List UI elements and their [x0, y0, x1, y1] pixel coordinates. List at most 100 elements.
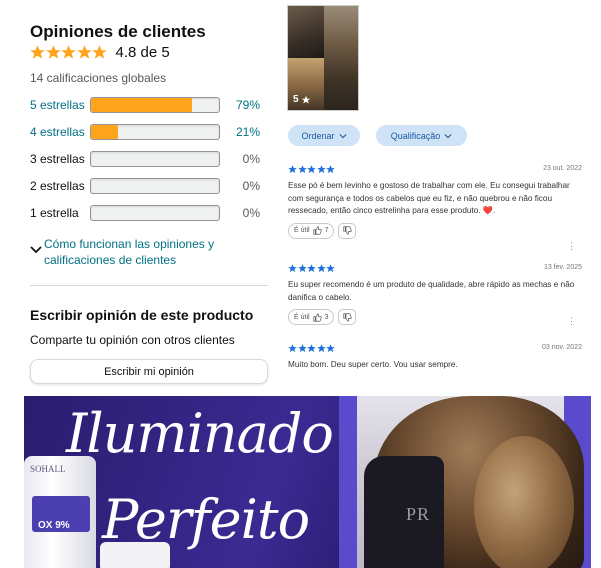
histogram-percent: 0% — [242, 179, 260, 193]
histogram-row: 3 estrellas 0% — [30, 150, 260, 168]
bottle-brand: SOHALL — [30, 464, 66, 474]
star-icon — [326, 344, 335, 353]
write-review-button[interactable]: Escribir mi opinión — [30, 359, 268, 384]
star-icon — [288, 344, 297, 353]
thumbs-up-icon — [312, 312, 322, 322]
histogram-bar — [90, 124, 220, 140]
not-helpful-button[interactable] — [338, 222, 357, 239]
product-banner: PR SOHALL OX 9% Iluminado Perfeito — [24, 396, 591, 568]
helpful-label: É útil — [294, 227, 310, 234]
star-icon — [326, 165, 335, 174]
sort-label: Ordenar — [301, 130, 335, 141]
chevron-down-icon — [338, 133, 347, 138]
helpful-count: 7 — [324, 227, 329, 234]
average-rating-label: 4.8 de 5 — [115, 43, 170, 61]
histogram-star-label: 1 estrella — [30, 206, 79, 220]
review-date: 03 nov. 2022 — [542, 344, 582, 351]
histogram-star-label[interactable]: 4 estrellas — [30, 125, 90, 139]
review-stars — [288, 344, 583, 353]
review-stars — [288, 264, 583, 273]
how-reviews-work-label: Cómo funcionan las opiniones y calificac… — [44, 237, 215, 267]
chevron-down-icon — [30, 246, 42, 254]
histogram-percent[interactable]: 21% — [230, 125, 260, 139]
star-icon — [326, 264, 335, 273]
media-count: 5 — [293, 94, 311, 105]
helpful-label: É útil — [294, 313, 310, 321]
histogram-bar — [90, 151, 220, 167]
global-ratings-count: 14 calificaciones globales — [30, 71, 167, 85]
banner-stripe — [339, 396, 357, 568]
histogram-row: 1 estrella 0% — [30, 204, 260, 222]
review-text: Eu super recomendo é um produto de quali… — [288, 280, 575, 302]
review-item: 23 out. 2022 Esse pó é bem levinho e gos… — [288, 165, 583, 251]
write-review-subtitle: Comparte tu opinión con otros clientes — [30, 333, 235, 347]
hair-photo-1 — [288, 6, 324, 58]
histogram-row: 2 estrellas 0% — [30, 177, 260, 195]
rating-filter-dropdown[interactable]: Qualificação — [376, 125, 467, 146]
thumbs-down-icon — [343, 312, 352, 322]
star-icon — [45, 44, 61, 59]
star-icon — [297, 165, 307, 174]
histogram-bar — [90, 97, 220, 113]
star-icon — [307, 165, 316, 174]
histogram-percent: 0% — [242, 152, 260, 166]
banner-title-line1: Iluminado — [66, 402, 334, 465]
review-date: 13 fev. 2025 — [543, 264, 582, 271]
histogram-bar-fill — [91, 98, 193, 112]
review-item: 13 fev. 2025 Eu super recomendo é um pro… — [288, 264, 583, 326]
review-media-thumbnail[interactable]: 5 — [287, 5, 359, 111]
banner-title-line2: Perfeito — [102, 488, 310, 551]
write-review-title: Escribir opinión de este producto — [30, 307, 254, 323]
divider — [30, 285, 268, 286]
helpful-button[interactable]: É útil 3 — [288, 309, 335, 325]
histogram-star-label[interactable]: 5 estrellas — [30, 98, 90, 112]
hair-photo-3 — [324, 6, 358, 110]
star-icon — [76, 44, 92, 59]
star-icon — [297, 264, 307, 273]
more-vertical-icon[interactable]: ⋮ — [567, 242, 576, 251]
review-item: 03 nov. 2022 Muito bom. Deu super certo.… — [288, 344, 583, 372]
not-helpful-button[interactable] — [338, 309, 357, 325]
sort-dropdown[interactable]: Ordenar — [288, 125, 360, 146]
star-icon — [288, 264, 297, 273]
brand-mark: PR — [406, 504, 431, 524]
media-count-label: 5 — [293, 94, 299, 105]
bottle-label-text: OX 9% — [38, 520, 70, 531]
average-rating: 4.8 de 5 — [30, 42, 170, 62]
model-hair-highlights — [474, 436, 574, 568]
histogram-row[interactable]: 4 estrellas 21% — [30, 123, 260, 141]
review-text: Esse pó é bem levinho e gostoso de traba… — [288, 181, 570, 215]
rating-filter-label: Qualificação — [390, 130, 441, 141]
helpful-count: 3 — [324, 313, 329, 321]
model-coat — [364, 456, 444, 568]
star-icon — [316, 165, 326, 174]
star-icon — [30, 44, 45, 59]
thumbs-down-icon — [343, 226, 352, 235]
more-vertical-icon[interactable]: ⋮ — [567, 317, 576, 326]
histogram-bar-fill — [91, 125, 118, 139]
histogram-row[interactable]: 5 estrellas 79% — [30, 96, 260, 114]
star-icon — [307, 344, 316, 353]
review-stars — [288, 165, 583, 174]
star-icon — [316, 344, 326, 353]
star-icon — [288, 165, 297, 174]
star-icon — [307, 264, 316, 273]
histogram-star-label: 2 estrellas — [30, 179, 85, 193]
star-icon — [61, 44, 76, 59]
review-text: Muito bom. Deu super certo. Vou usar sem… — [288, 360, 458, 369]
review-date: 23 out. 2022 — [543, 165, 582, 172]
average-stars — [30, 44, 108, 60]
helpful-button[interactable]: É útil 7 — [288, 222, 335, 239]
star-icon — [316, 264, 326, 273]
histogram-bar — [90, 205, 220, 221]
histogram-percent[interactable]: 79% — [230, 98, 260, 112]
chevron-down-icon — [444, 133, 452, 138]
how-reviews-work-link[interactable]: Cómo funcionan las opiniones y calificac… — [30, 236, 230, 268]
star-icon — [297, 344, 307, 353]
histogram-star-label: 3 estrellas — [30, 152, 85, 166]
star-icon — [92, 44, 107, 59]
histogram-bar — [90, 178, 220, 194]
thumbs-up-icon — [312, 226, 322, 235]
reviews-title: Opiniones de clientes — [30, 22, 206, 41]
star-icon — [301, 95, 310, 104]
